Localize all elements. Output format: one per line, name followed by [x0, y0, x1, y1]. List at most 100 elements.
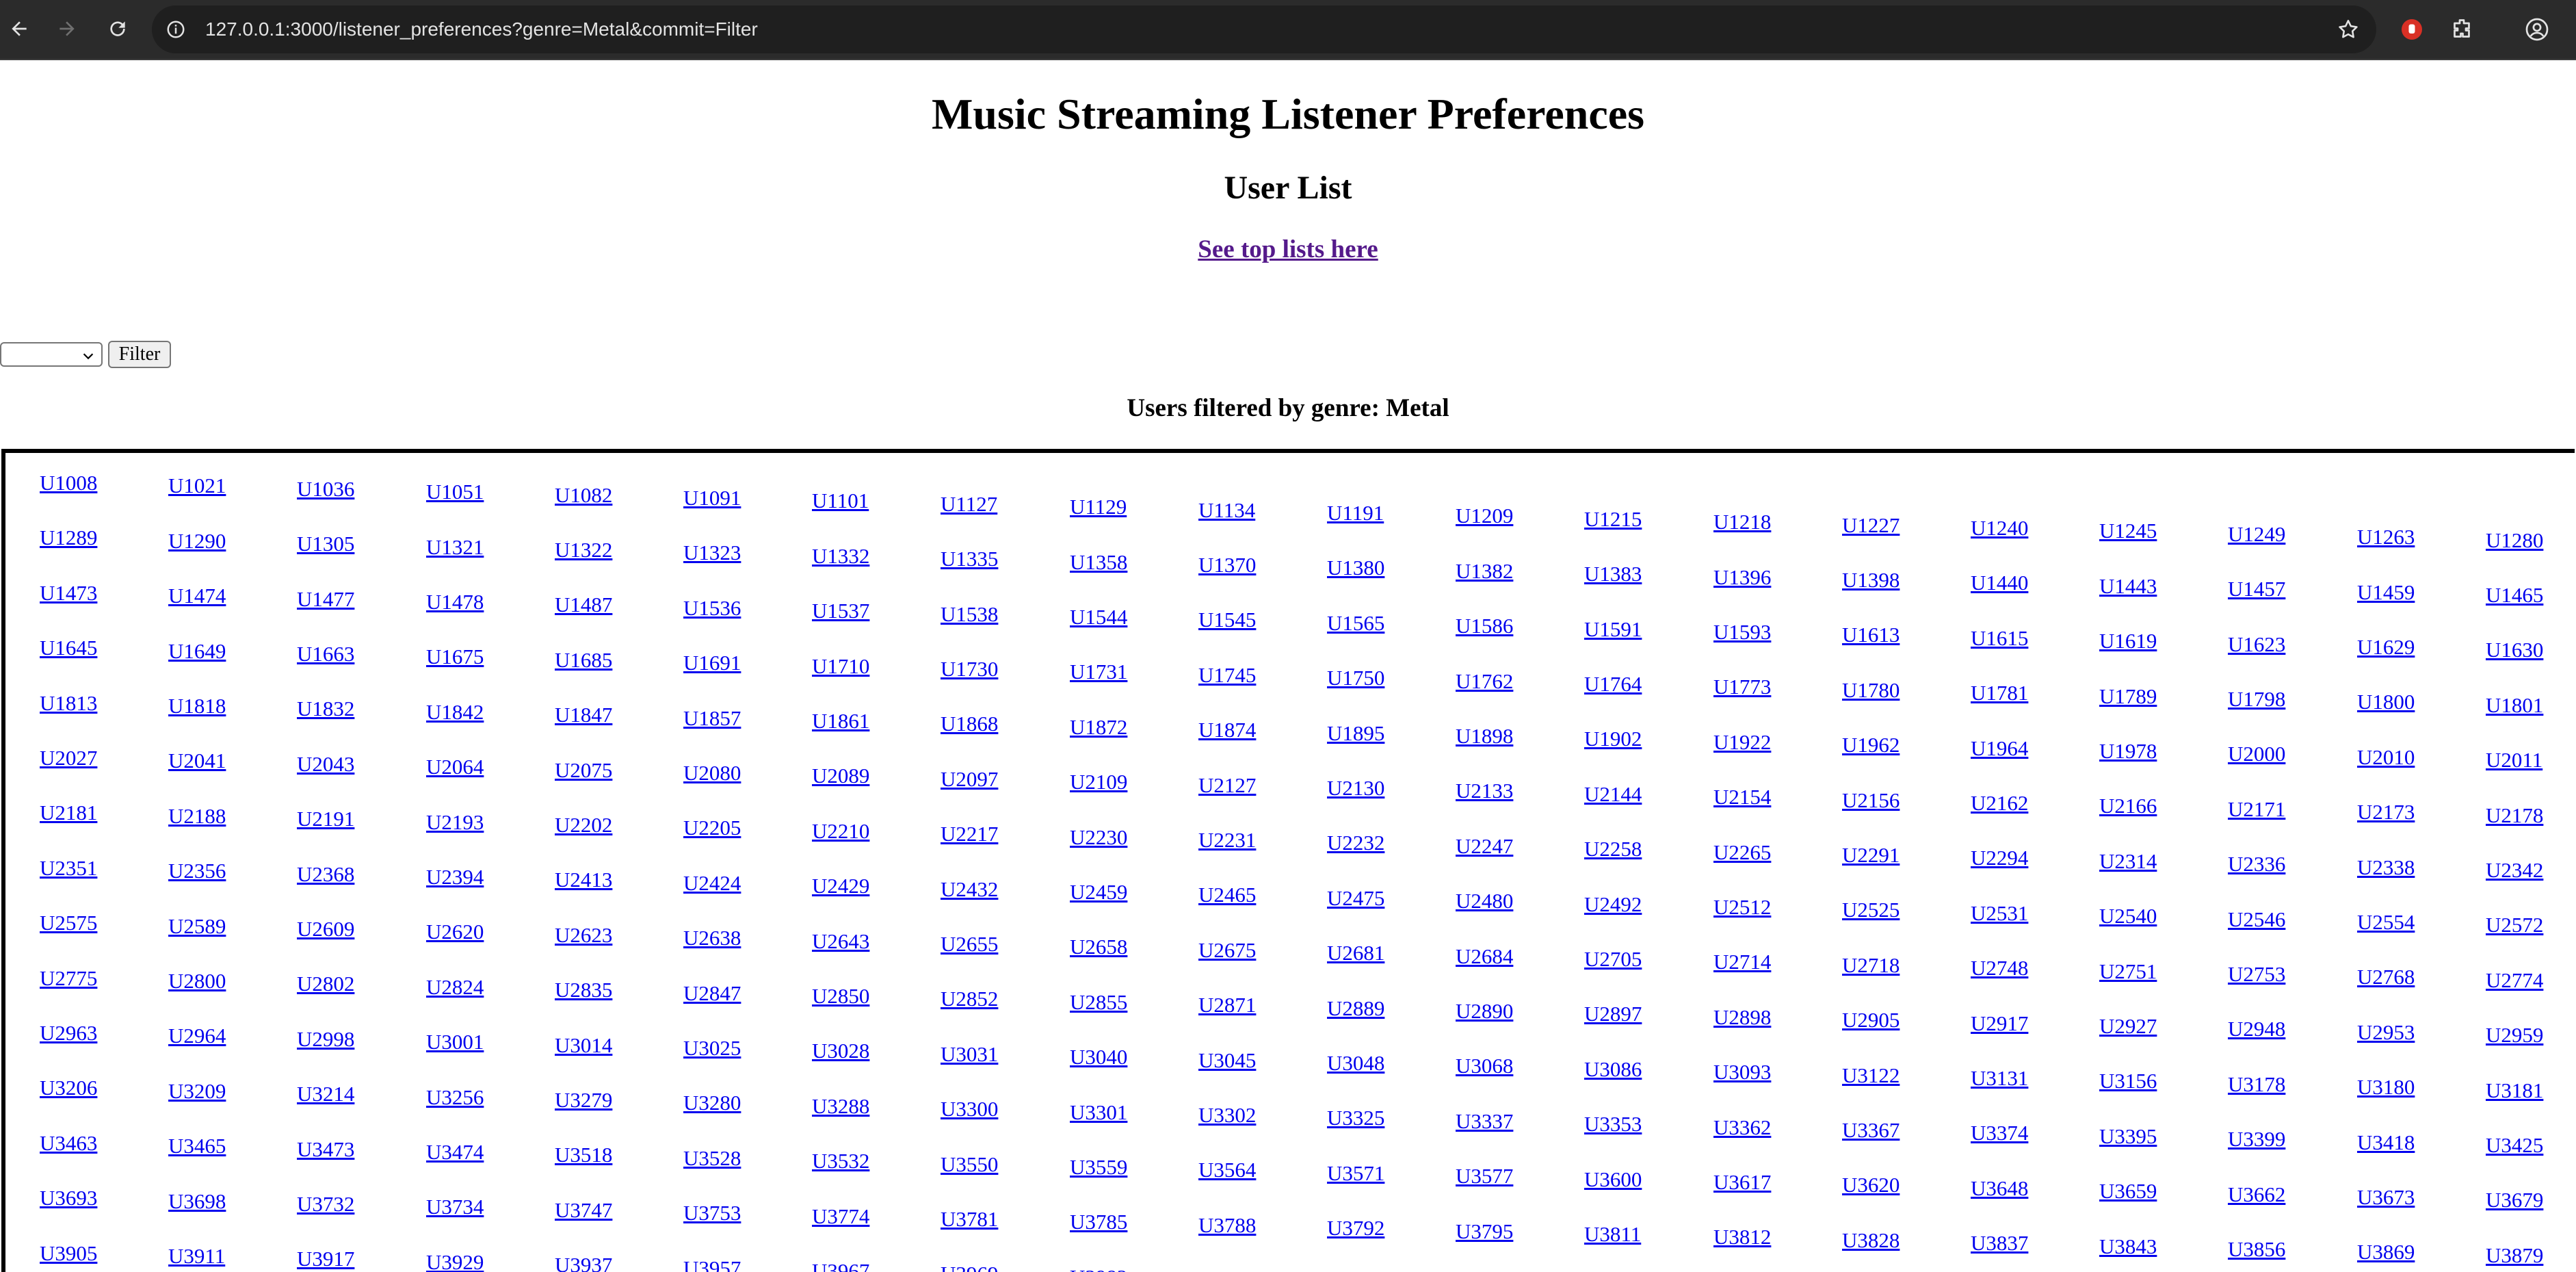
- user-link[interactable]: U2394: [426, 865, 484, 890]
- user-link[interactable]: U3571: [1327, 1161, 1384, 1186]
- user-link[interactable]: U1861: [812, 709, 869, 734]
- bookmark-star-icon[interactable]: [2337, 18, 2360, 41]
- user-link[interactable]: U3031: [941, 1042, 998, 1067]
- user-link[interactable]: U3374: [1971, 1121, 2028, 1145]
- user-link[interactable]: U1305: [297, 532, 354, 556]
- user-link[interactable]: U3785: [1070, 1210, 1127, 1234]
- user-link[interactable]: U2998: [297, 1027, 354, 1052]
- user-link[interactable]: U2589: [168, 914, 226, 939]
- user-link[interactable]: U2748: [1971, 956, 2028, 981]
- user-link[interactable]: U2705: [1584, 947, 1642, 972]
- user-link[interactable]: U2127: [1198, 773, 1256, 798]
- user-link[interactable]: U3734: [426, 1195, 484, 1219]
- user-link[interactable]: U1321: [426, 535, 484, 560]
- user-link[interactable]: U2178: [2486, 803, 2543, 828]
- user-link[interactable]: U2368: [297, 862, 354, 887]
- user-link[interactable]: U2356: [168, 859, 226, 883]
- user-link[interactable]: U1280: [2486, 528, 2543, 553]
- user-link[interactable]: U3256: [426, 1085, 484, 1110]
- user-link[interactable]: U1245: [2099, 519, 2157, 543]
- user-link[interactable]: U2191: [297, 807, 354, 831]
- user-link[interactable]: U2465: [1198, 883, 1256, 907]
- user-link[interactable]: U1773: [1713, 675, 1771, 699]
- user-link[interactable]: U2130: [1327, 776, 1384, 801]
- user-link[interactable]: U2751: [2099, 959, 2157, 984]
- user-link[interactable]: U1382: [1456, 559, 1513, 584]
- user-link[interactable]: U2623: [555, 923, 612, 948]
- user-link[interactable]: U1619: [2099, 629, 2157, 653]
- user-link[interactable]: U3178: [2228, 1072, 2285, 1097]
- genre-select[interactable]: [0, 342, 103, 367]
- user-link[interactable]: U3828: [1842, 1228, 1900, 1253]
- user-link[interactable]: U2210: [812, 819, 869, 844]
- user-link[interactable]: U3617: [1713, 1170, 1771, 1195]
- user-link[interactable]: U3086: [1584, 1057, 1642, 1082]
- user-link[interactable]: U3425: [2486, 1133, 2543, 1158]
- user-link[interactable]: U1082: [555, 483, 612, 508]
- user-link[interactable]: U1477: [297, 587, 354, 612]
- user-link[interactable]: U1731: [1070, 660, 1127, 684]
- user-link[interactable]: U3214: [297, 1082, 354, 1106]
- user-link[interactable]: U2802: [297, 972, 354, 996]
- forward-arrow-icon[interactable]: [51, 12, 83, 45]
- user-link[interactable]: U1847: [555, 703, 612, 727]
- user-link[interactable]: U2575: [40, 911, 97, 935]
- user-link[interactable]: U3559: [1070, 1155, 1127, 1180]
- user-link[interactable]: U2871: [1198, 993, 1256, 1017]
- user-link[interactable]: U3206: [40, 1076, 97, 1100]
- user-link[interactable]: U2620: [426, 920, 484, 944]
- user-link[interactable]: U1536: [683, 596, 741, 621]
- user-link[interactable]: U3465: [168, 1134, 226, 1158]
- user-link[interactable]: U3181: [2486, 1078, 2543, 1103]
- user-link[interactable]: U2525: [1842, 898, 1900, 922]
- user-link[interactable]: U3732: [297, 1192, 354, 1217]
- user-link[interactable]: U1323: [683, 541, 741, 565]
- user-link[interactable]: U1332: [812, 544, 869, 569]
- user-link[interactable]: U2231: [1198, 828, 1256, 853]
- user-link[interactable]: U1922: [1713, 730, 1771, 755]
- user-link[interactable]: U1380: [1327, 556, 1384, 580]
- user-link[interactable]: U3302: [1198, 1103, 1256, 1128]
- user-link[interactable]: U3040: [1070, 1045, 1127, 1069]
- user-link[interactable]: U2193: [426, 810, 484, 835]
- user-link[interactable]: U2156: [1842, 788, 1900, 813]
- user-link[interactable]: U3747: [555, 1198, 612, 1223]
- user-link[interactable]: U3001: [426, 1030, 484, 1054]
- user-link[interactable]: U3869: [2357, 1240, 2415, 1264]
- user-link[interactable]: U1745: [1198, 663, 1256, 688]
- user-link[interactable]: U3905: [40, 1241, 97, 1266]
- user-link[interactable]: U2917: [1971, 1011, 2028, 1036]
- user-link[interactable]: U3028: [812, 1039, 869, 1063]
- user-link[interactable]: U1459: [2357, 580, 2415, 605]
- top-lists-link[interactable]: See top lists here: [1198, 235, 1378, 263]
- user-link[interactable]: U2658: [1070, 935, 1127, 959]
- user-link[interactable]: U3856: [2228, 1237, 2285, 1262]
- user-link[interactable]: U3045: [1198, 1048, 1256, 1073]
- user-link[interactable]: U2342: [2486, 858, 2543, 883]
- user-link[interactable]: U3698: [168, 1189, 226, 1214]
- user-link[interactable]: U2675: [1198, 938, 1256, 963]
- user-link[interactable]: U3788: [1198, 1213, 1256, 1238]
- user-link[interactable]: U2546: [2228, 907, 2285, 932]
- user-link[interactable]: U1538: [941, 602, 998, 627]
- user-link[interactable]: U2188: [168, 804, 226, 829]
- user-link[interactable]: U2181: [40, 801, 97, 825]
- user-link[interactable]: U2217: [941, 822, 998, 846]
- user-link[interactable]: U1335: [941, 547, 998, 571]
- user-link[interactable]: U2162: [1971, 791, 2028, 816]
- user-link[interactable]: U2768: [2357, 965, 2415, 989]
- user-link[interactable]: U2109: [1070, 770, 1127, 794]
- user-link[interactable]: U3474: [426, 1140, 484, 1165]
- user-link[interactable]: U2413: [555, 868, 612, 892]
- user-link[interactable]: U2824: [426, 975, 484, 1000]
- user-link[interactable]: U2800: [168, 969, 226, 994]
- user-link[interactable]: U1591: [1584, 617, 1642, 642]
- user-link[interactable]: U1101: [812, 489, 869, 513]
- user-link[interactable]: U3967: [812, 1259, 869, 1272]
- user-link[interactable]: U1457: [2228, 577, 2285, 601]
- back-arrow-icon[interactable]: [3, 12, 36, 45]
- user-link[interactable]: U1663: [297, 642, 354, 666]
- user-link[interactable]: U3068: [1456, 1054, 1513, 1078]
- user-link[interactable]: U1630: [2486, 638, 2543, 662]
- user-link[interactable]: U1800: [2357, 690, 2415, 714]
